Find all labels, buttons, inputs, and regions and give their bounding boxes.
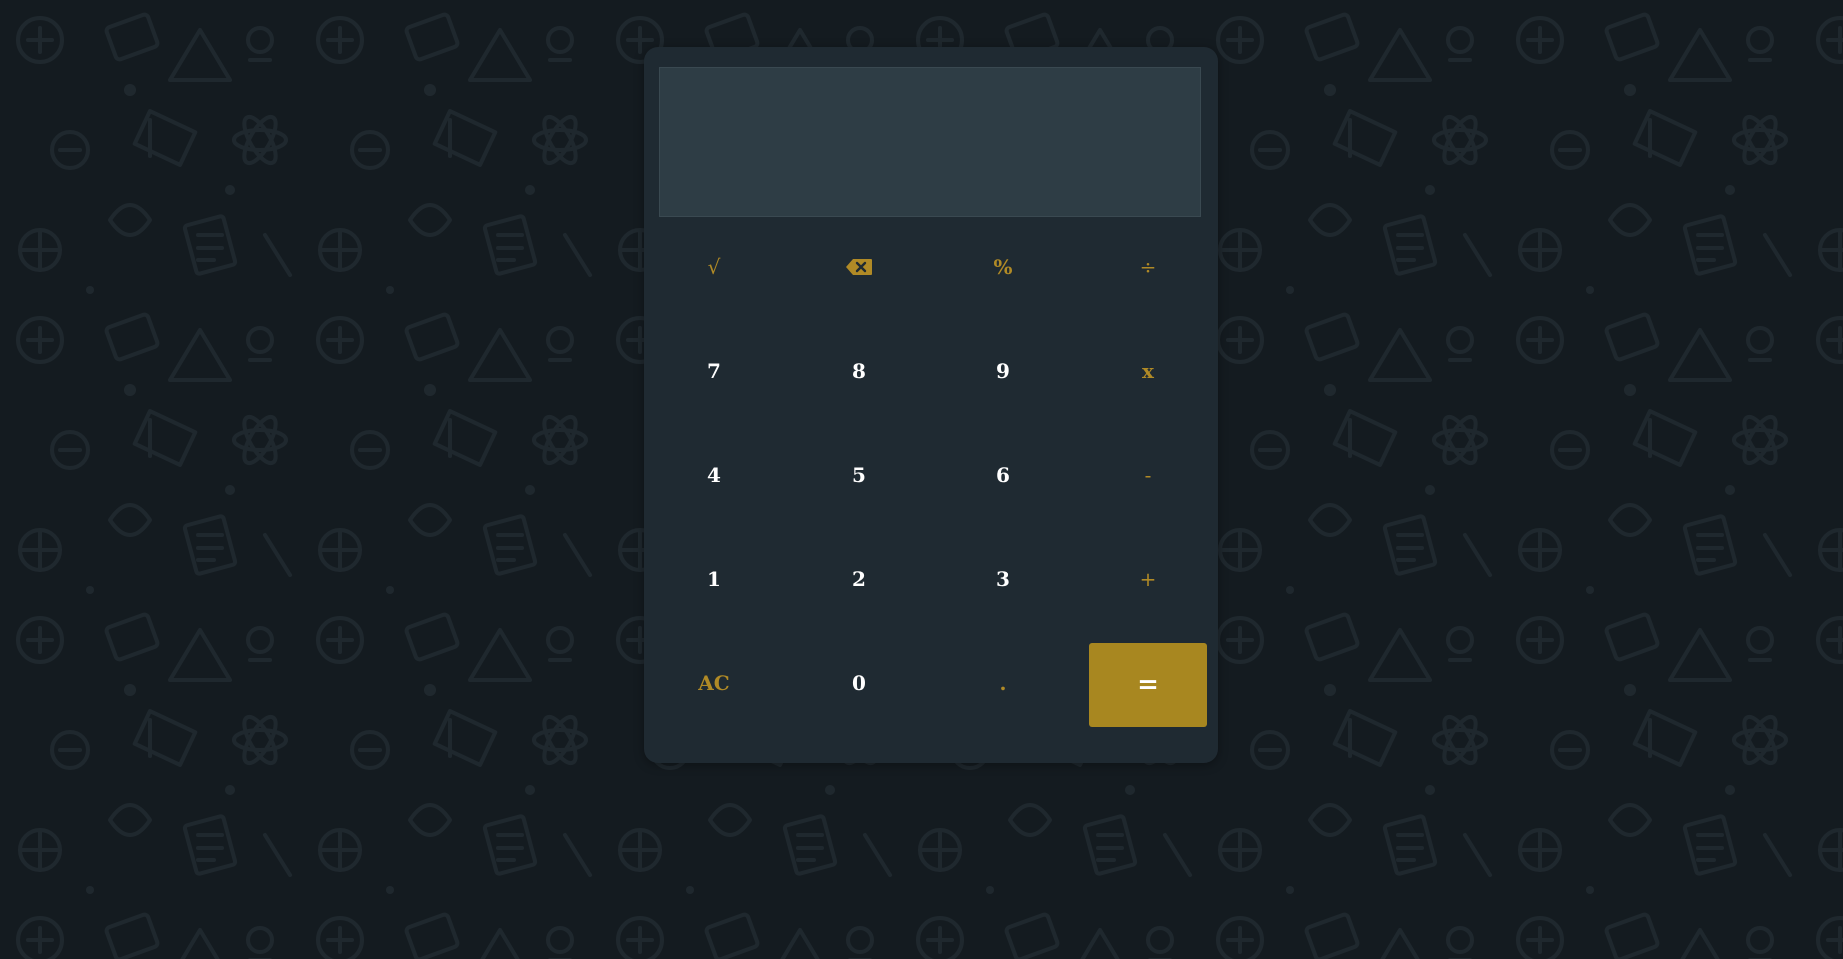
keypad: √ % ÷ 7 8 9 x 4 5 6 - 1 2 3 + AC 0 . =	[644, 47, 1218, 763]
equals-button[interactable]: =	[1089, 643, 1207, 727]
digit-5-button[interactable]: 5	[800, 433, 918, 517]
minus-button[interactable]: -	[1089, 433, 1207, 517]
digit-3-button[interactable]: 3	[944, 537, 1062, 621]
digit-6-button[interactable]: 6	[944, 433, 1062, 517]
digit-8-button[interactable]: 8	[800, 329, 918, 413]
digit-1-button[interactable]: 1	[655, 537, 773, 621]
backspace-icon	[845, 258, 873, 276]
decimal-button[interactable]: .	[944, 641, 1062, 725]
digit-9-button[interactable]: 9	[944, 329, 1062, 413]
plus-button[interactable]: +	[1089, 537, 1207, 621]
percent-button[interactable]: %	[944, 225, 1062, 309]
divide-button[interactable]: ÷	[1089, 225, 1207, 309]
digit-2-button[interactable]: 2	[800, 537, 918, 621]
clear-button[interactable]: AC	[655, 641, 773, 725]
backspace-button[interactable]	[800, 225, 918, 309]
digit-7-button[interactable]: 7	[655, 329, 773, 413]
calculator: √ % ÷ 7 8 9 x 4 5 6 - 1 2 3 + AC 0 . =	[644, 47, 1218, 763]
sqrt-button[interactable]: √	[655, 225, 773, 309]
digit-4-button[interactable]: 4	[655, 433, 773, 517]
multiply-button[interactable]: x	[1089, 329, 1207, 413]
digit-0-button[interactable]: 0	[800, 641, 918, 725]
